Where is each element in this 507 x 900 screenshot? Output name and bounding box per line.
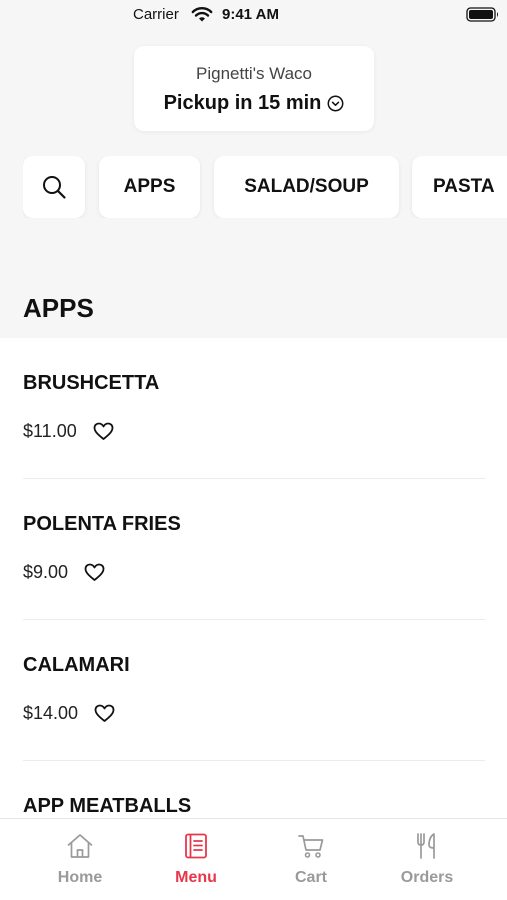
item-name: POLENTA FRIES bbox=[23, 513, 181, 535]
item-price: $14.00 bbox=[23, 703, 79, 723]
chevron-down-circle-icon bbox=[327, 95, 344, 111]
clock: 9:41 AM bbox=[222, 6, 279, 23]
menu-item[interactable]: APP MEATBALLS bbox=[23, 761, 485, 818]
battery-icon bbox=[466, 7, 498, 22]
menu-book-icon bbox=[185, 833, 207, 859]
tab-home[interactable]: Home bbox=[25, 831, 135, 887]
menu-item[interactable]: CALAMARI $14.00 bbox=[23, 620, 485, 761]
category-pasta[interactable]: PASTA bbox=[412, 156, 507, 218]
status-bar: Carrier 9:41 AM bbox=[0, 0, 507, 30]
pickup-location-card[interactable]: Pignetti's Waco Pickup in 15 min bbox=[134, 46, 374, 131]
tab-menu-label: Menu bbox=[175, 869, 217, 886]
category-salad-soup[interactable]: SALAD/SOUP bbox=[214, 156, 399, 218]
menu-item[interactable]: POLENTA FRIES $9.00 bbox=[23, 479, 485, 620]
search-button[interactable] bbox=[23, 156, 85, 218]
section-title: APPS bbox=[23, 293, 94, 323]
tab-cart[interactable]: Cart bbox=[256, 831, 366, 887]
tab-bar: Home Menu Cart Orders bbox=[0, 818, 507, 900]
item-price: $9.00 bbox=[23, 562, 69, 582]
wifi-icon bbox=[191, 7, 213, 22]
heart-icon[interactable] bbox=[94, 704, 115, 723]
cart-icon bbox=[298, 835, 324, 858]
home-icon bbox=[67, 834, 93, 858]
price-row: $14.00 bbox=[23, 703, 115, 724]
search-icon bbox=[43, 176, 66, 199]
category-bar: APPS SALAD/SOUP PASTA bbox=[23, 156, 507, 218]
tab-orders-label: Orders bbox=[400, 869, 454, 886]
item-price: $11.00 bbox=[23, 421, 77, 441]
tab-menu[interactable]: Menu bbox=[141, 831, 251, 887]
fork-knife-icon bbox=[417, 833, 435, 859]
store-name: Pignetti's Waco bbox=[196, 64, 312, 83]
heart-icon[interactable] bbox=[84, 563, 105, 582]
item-name: APP MEATBALLS bbox=[23, 795, 192, 817]
pickup-time: Pickup in 15 min bbox=[163, 91, 322, 114]
tab-cart-label: Cart bbox=[294, 869, 327, 886]
tab-home-label: Home bbox=[57, 869, 103, 886]
item-name: BRUSHCETTA bbox=[23, 372, 160, 394]
menu-list: BRUSHCETTA $11.00 POLENTA FRIES $9.00 CA… bbox=[0, 338, 507, 818]
price-row: $11.00 bbox=[23, 421, 114, 442]
category-apps[interactable]: APPS bbox=[99, 156, 200, 218]
tab-orders[interactable]: Orders bbox=[372, 831, 482, 887]
carrier-label: Carrier bbox=[133, 6, 179, 23]
heart-icon[interactable] bbox=[93, 422, 114, 441]
item-name: CALAMARI bbox=[23, 654, 130, 676]
menu-item[interactable]: BRUSHCETTA $11.00 bbox=[23, 338, 485, 479]
pickup-time-selector[interactable]: Pickup in 15 min bbox=[134, 90, 374, 116]
price-row: $9.00 bbox=[23, 562, 105, 583]
